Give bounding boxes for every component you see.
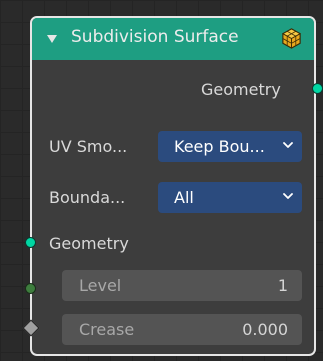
uv-smooth-label: UV Smo... [49, 137, 128, 156]
input-geometry-socket[interactable] [25, 237, 36, 248]
boundary-value: All [174, 188, 194, 207]
uv-smooth-dropdown[interactable]: Keep Bou... [158, 131, 302, 162]
output-geometry-label: Geometry [201, 80, 281, 99]
crease-value: 0.000 [242, 320, 288, 339]
input-geometry-label: Geometry [49, 234, 129, 253]
uv-smooth-value: Keep Bou... [174, 137, 265, 156]
node-title: Subdivision Surface [71, 27, 239, 47]
chevron-down-icon [283, 142, 293, 148]
node-header[interactable]: Subdivision Surface [32, 18, 314, 60]
chevron-down-icon [283, 193, 293, 199]
subdivision-surface-node[interactable]: Subdivision Surface Geometry UV Smo... K… [30, 16, 316, 356]
collapse-arrow-icon[interactable] [47, 35, 57, 43]
level-label: Level [79, 276, 122, 295]
level-socket[interactable] [25, 283, 36, 294]
crease-field[interactable]: Crease 0.000 [62, 314, 302, 345]
output-geometry-socket[interactable] [312, 83, 323, 94]
subdivision-cube-icon [281, 28, 302, 49]
boundary-label: Bounda... [49, 188, 126, 207]
boundary-dropdown[interactable]: All [158, 182, 302, 213]
level-field[interactable]: Level 1 [62, 270, 302, 301]
level-value: 1 [277, 276, 288, 295]
crease-label: Crease [79, 320, 135, 339]
